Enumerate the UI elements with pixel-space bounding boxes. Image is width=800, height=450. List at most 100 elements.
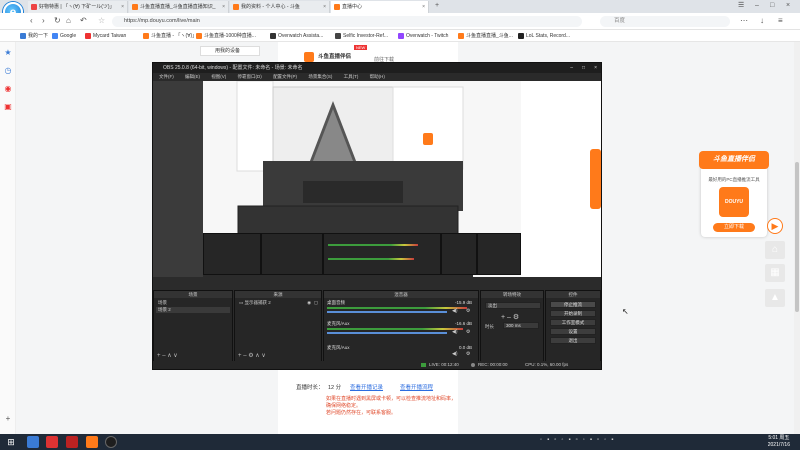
clock[interactable]: 5:01 周五 2021/7/16 — [768, 435, 790, 449]
obs-menu-item[interactable]: 帮助(H) — [370, 74, 385, 79]
bookmark-item[interactable]: Overwatch - Twitch — [398, 30, 448, 42]
app-icon[interactable] — [27, 436, 39, 448]
obs-minimize-icon[interactable]: – — [570, 63, 573, 73]
add-scene-icon[interactable]: + — [157, 353, 161, 359]
settings-button[interactable]: 设置 — [550, 328, 596, 335]
bookmark-item[interactable]: Selfic Investor-Ref... — [335, 30, 388, 42]
undo-icon[interactable]: ↶ — [80, 16, 87, 26]
speaker-icon[interactable]: ◀) — [452, 329, 458, 335]
remove-source-icon[interactable]: – — [243, 353, 246, 359]
obs-taskbar-icon[interactable] — [105, 436, 117, 448]
bookmark-item[interactable]: Overwatch Assista... — [270, 30, 323, 42]
speaker-icon[interactable]: ◀) — [452, 308, 458, 314]
transition-settings-icon[interactable]: ⚙ — [513, 314, 519, 321]
home-icon[interactable]: ⌂ — [66, 16, 71, 26]
bookmark-item[interactable]: 斗鱼直播-1000种直播... — [196, 30, 256, 42]
bookmark-item[interactable]: 我的一下 — [20, 30, 48, 42]
favorite-star-icon[interactable]: ☆ — [98, 16, 105, 26]
extensions-icon[interactable]: ⋯ — [740, 16, 748, 26]
remove-scene-icon[interactable]: – — [162, 353, 165, 359]
channel-settings-icon[interactable]: ⚙ — [466, 351, 470, 357]
records-link[interactable]: 查看开播记录 — [350, 383, 383, 391]
tab-close-icon[interactable]: × — [323, 1, 326, 13]
obs-menu-item[interactable]: 工具(T) — [344, 74, 359, 79]
maximize-icon[interactable]: □ — [770, 0, 774, 12]
new-tab-button[interactable]: + — [435, 0, 439, 12]
volume-slider[interactable] — [327, 311, 447, 313]
refresh-icon[interactable]: ↻ — [54, 16, 61, 26]
menu-icon[interactable]: ☰ — [738, 0, 744, 12]
app-icon[interactable] — [66, 436, 78, 448]
minimize-icon[interactable]: – — [755, 0, 759, 12]
tab-close-icon[interactable]: × — [422, 1, 425, 13]
obs-menu-item[interactable]: 场景集合(S) — [308, 74, 332, 79]
stop-streaming-button[interactable]: 停止推流 — [550, 301, 596, 308]
tab-close-icon[interactable]: × — [121, 1, 124, 13]
speaker-icon[interactable]: ◀) — [452, 351, 458, 357]
weibo-icon[interactable]: ◉ — [3, 84, 13, 94]
move-down-icon[interactable]: ∨ — [173, 353, 177, 359]
bookmark-item[interactable]: 斗鱼直播直播_斗鱼... — [458, 30, 513, 42]
obs-menu-item[interactable]: 停靠窗口(D) — [238, 74, 262, 79]
download-button[interactable]: 立即下载 — [713, 223, 755, 232]
search-input[interactable]: 百度 — [600, 16, 730, 27]
add-transition-icon[interactable]: + — [501, 314, 505, 321]
scene-item[interactable]: 场景 2 — [156, 307, 230, 313]
app-icon[interactable]: ▣ — [3, 102, 13, 112]
forward-icon[interactable]: › — [42, 16, 45, 26]
settings-icon[interactable]: ≡ — [778, 16, 783, 26]
add-icon[interactable]: + — [3, 414, 13, 424]
browser-tab-active[interactable]: 直播中心 × — [331, 1, 429, 13]
obs-close-icon[interactable]: × — [594, 63, 597, 73]
download-icon[interactable]: ↓ — [760, 16, 764, 26]
bookmark-item[interactable]: Mycard Taiwan — [85, 30, 126, 42]
back-icon[interactable]: ‹ — [30, 16, 33, 26]
visibility-eye-icon[interactable]: ◉ — [307, 300, 311, 306]
device-item[interactable]: 用我的设备 — [200, 46, 260, 56]
windows-start-icon[interactable]: ⊞ — [5, 436, 17, 448]
add-source-icon[interactable]: + — [238, 353, 242, 359]
page-scrollbar[interactable] — [794, 42, 800, 434]
scrollbar-thumb[interactable] — [795, 162, 799, 312]
obs-menu-item[interactable]: 编辑(E) — [185, 74, 200, 79]
app-icon[interactable] — [46, 436, 58, 448]
volume-slider[interactable] — [327, 332, 447, 334]
obs-menu-item[interactable]: 文件(F) — [159, 74, 174, 79]
url-input[interactable]: https://mp.douyu.com/live/main — [112, 16, 582, 27]
scene-item[interactable]: 场景 — [156, 300, 230, 306]
bookmark-item[interactable]: 斗鱼直播 - 「ヽ(∀)」 — [143, 30, 197, 42]
download-promo-card[interactable]: 斗鱼直播伴侣 最好用的PC直播推流工具 DOUYU 立即下载 — [699, 151, 769, 237]
studio-mode-button[interactable]: 工作室模式 — [550, 319, 596, 326]
browser-tab[interactable]: 斗鱼直播直播_斗鱼直播直播知识_ × — [129, 1, 229, 13]
obs-menu-item[interactable]: 视图(V) — [211, 74, 226, 79]
move-up-icon[interactable]: ∧ — [255, 353, 259, 359]
move-up-icon[interactable]: ∧ — [167, 353, 171, 359]
bookmark-item[interactable]: Google — [52, 30, 76, 42]
channel-settings-icon[interactable]: ⚙ — [466, 329, 470, 335]
history-icon[interactable]: ◷ — [3, 66, 13, 76]
start-recording-button[interactable]: 开始录制 — [550, 310, 596, 317]
channel-settings-icon[interactable]: ⚙ — [466, 308, 470, 314]
back-to-top-icon[interactable]: ▲ — [765, 289, 785, 307]
browser-tab[interactable]: 好物特惠 | 「ヽ(∀) 下矿ール(ツ)」 × — [28, 1, 128, 13]
obs-maximize-icon[interactable]: □ — [582, 63, 585, 73]
lock-icon[interactable]: ▢ — [314, 300, 318, 306]
home-float-icon[interactable]: ⌂ — [765, 241, 785, 259]
source-item[interactable]: ▭ 显示器捕获 2 ◉ ▢ — [237, 300, 319, 306]
tab-close-icon[interactable]: × — [222, 1, 225, 13]
exit-button[interactable]: 退出 — [550, 337, 596, 344]
move-down-icon[interactable]: ∨ — [261, 353, 265, 359]
bookmark-item[interactable]: LoL Stats, Record... — [518, 30, 570, 42]
close-window-icon[interactable]: × — [786, 0, 790, 12]
obs-menu-item[interactable]: 配置文件(P) — [273, 74, 297, 79]
play-icon[interactable]: ▶ — [767, 218, 783, 234]
star-icon[interactable]: ★ — [3, 48, 13, 58]
transition-select[interactable]: 淡出 — [485, 302, 541, 309]
process-link[interactable]: 查看开播流程 — [400, 383, 433, 391]
system-tray[interactable]: ◦▪▫◦▪▫◦▪▫◦▪ — [540, 437, 740, 447]
source-settings-icon[interactable]: ⚙ — [248, 353, 253, 359]
remove-transition-icon[interactable]: – — [507, 314, 511, 321]
obs-preview-canvas[interactable] — [153, 81, 601, 277]
app-float-icon[interactable]: ▦ — [765, 264, 785, 282]
browser-tab[interactable]: 我的资料 - 个人中心 - 斗鱼 × — [230, 1, 330, 13]
